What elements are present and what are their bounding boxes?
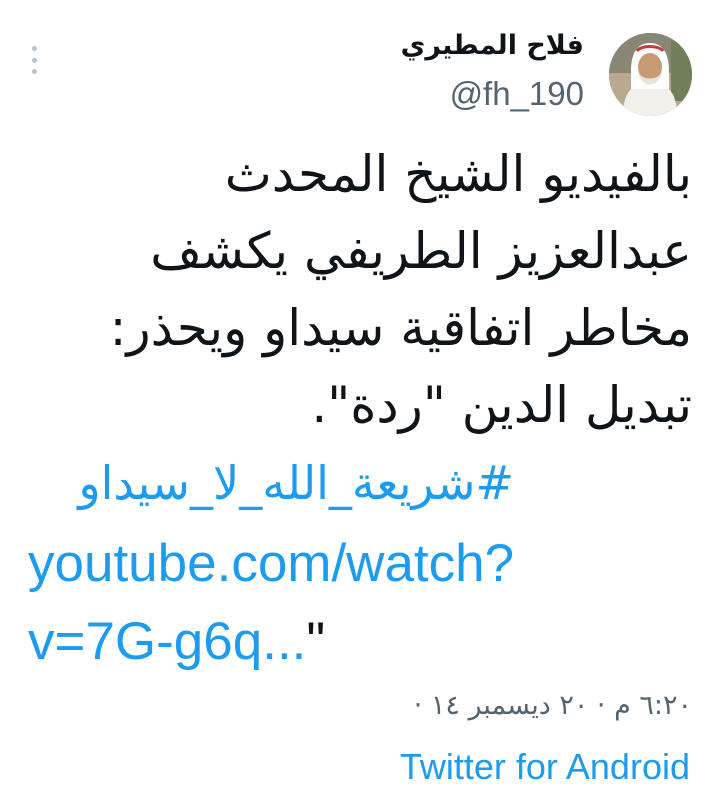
hashtag-link[interactable]: #شريعة_الله_لا_سيداو (78, 445, 514, 522)
tweet-detail: فلاح المطيري @fh_190 بالفيديو الشيخ المح… (0, 0, 720, 803)
more-dot (31, 57, 37, 63)
link-block: youtube.com/watch? v=7G-g6q..." (28, 525, 628, 681)
tweet-text-line: بالفيديو الشيخ المحدث (224, 145, 692, 203)
avatar-image (609, 33, 692, 116)
tweet-timestamp[interactable]: ٦:٢٠ م · ٢٠ ديسمبر ١٤ · (414, 686, 692, 726)
tweet-source-link[interactable]: Twitter for Android (400, 745, 690, 789)
tweet-text-line: مخاطر اتفاقية سيداو ويحذر: (109, 299, 692, 357)
more-dot (31, 69, 37, 74)
more-dot (31, 46, 37, 51)
author-display-name[interactable]: فلاح المطيري (401, 28, 584, 64)
author-block[interactable]: فلاح المطيري @fh_190 (401, 28, 584, 114)
tweet-text: بالفيديو الشيخ المحدث عبدالعزيز الطريفي … (12, 136, 692, 444)
tweet-text-line: عبدالعزيز الطريفي يكشف (150, 222, 692, 280)
tweet-text-line: تبديل الدين "ردة". (311, 376, 692, 434)
youtube-link-line[interactable]: youtube.com/watch? (28, 525, 628, 603)
youtube-link-line[interactable]: v=7G-g6q... (28, 612, 306, 671)
closing-quote: " (306, 612, 326, 671)
more-vertical-icon[interactable] (24, 42, 44, 78)
avatar[interactable] (609, 33, 692, 116)
author-handle[interactable]: @fh_190 (401, 74, 584, 114)
